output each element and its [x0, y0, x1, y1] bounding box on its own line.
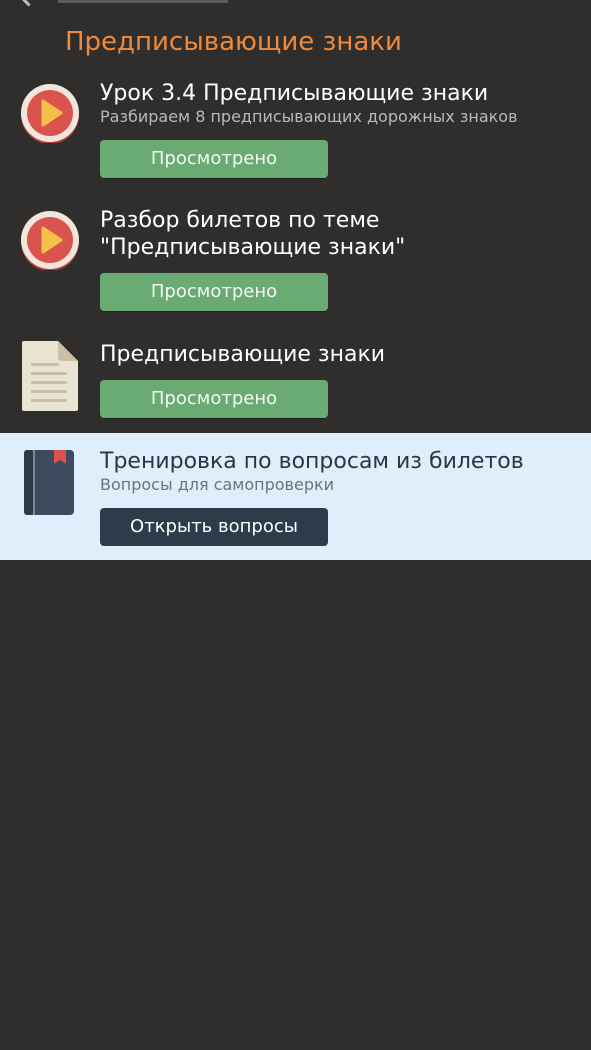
- viewed-button[interactable]: Просмотрено: [100, 140, 328, 178]
- chevron-left-icon[interactable]: [16, 0, 41, 7]
- top-bar: [0, 0, 591, 8]
- item-title: Тренировка по вопросам из билетов: [100, 449, 524, 474]
- play-video-icon[interactable]: [20, 83, 80, 143]
- item-title: Предписывающие знаки: [100, 342, 386, 367]
- top-bar-title-stub: [58, 0, 228, 3]
- section-title: Предписывающие знаки: [65, 27, 402, 57]
- lesson-item-video[interactable]: Урок 3.4 Предписывающие знаки Разбираем …: [0, 80, 591, 190]
- open-questions-button[interactable]: Открыть вопросы: [100, 508, 328, 546]
- document-item[interactable]: Предписывающие знаки Просмотрено: [0, 335, 591, 430]
- document-icon[interactable]: [22, 341, 78, 411]
- book-icon[interactable]: [24, 450, 76, 516]
- item-subtitle: Разбираем 8 предписывающих дорожных знак…: [100, 107, 518, 126]
- item-subtitle: Вопросы для самопроверки: [100, 475, 335, 494]
- item-title: Урок 3.4 Предписывающие знаки: [100, 81, 489, 106]
- item-title: Разбор билетов по теме "Предписывающие з…: [100, 208, 406, 260]
- play-video-icon[interactable]: [20, 210, 80, 270]
- viewed-button[interactable]: Просмотрено: [100, 273, 328, 311]
- viewed-button[interactable]: Просмотрено: [100, 380, 328, 418]
- tickets-review-item-video[interactable]: Разбор билетов по теме "Предписывающие з…: [0, 205, 591, 320]
- training-questions-item[interactable]: Тренировка по вопросам из билетов Вопрос…: [0, 433, 591, 560]
